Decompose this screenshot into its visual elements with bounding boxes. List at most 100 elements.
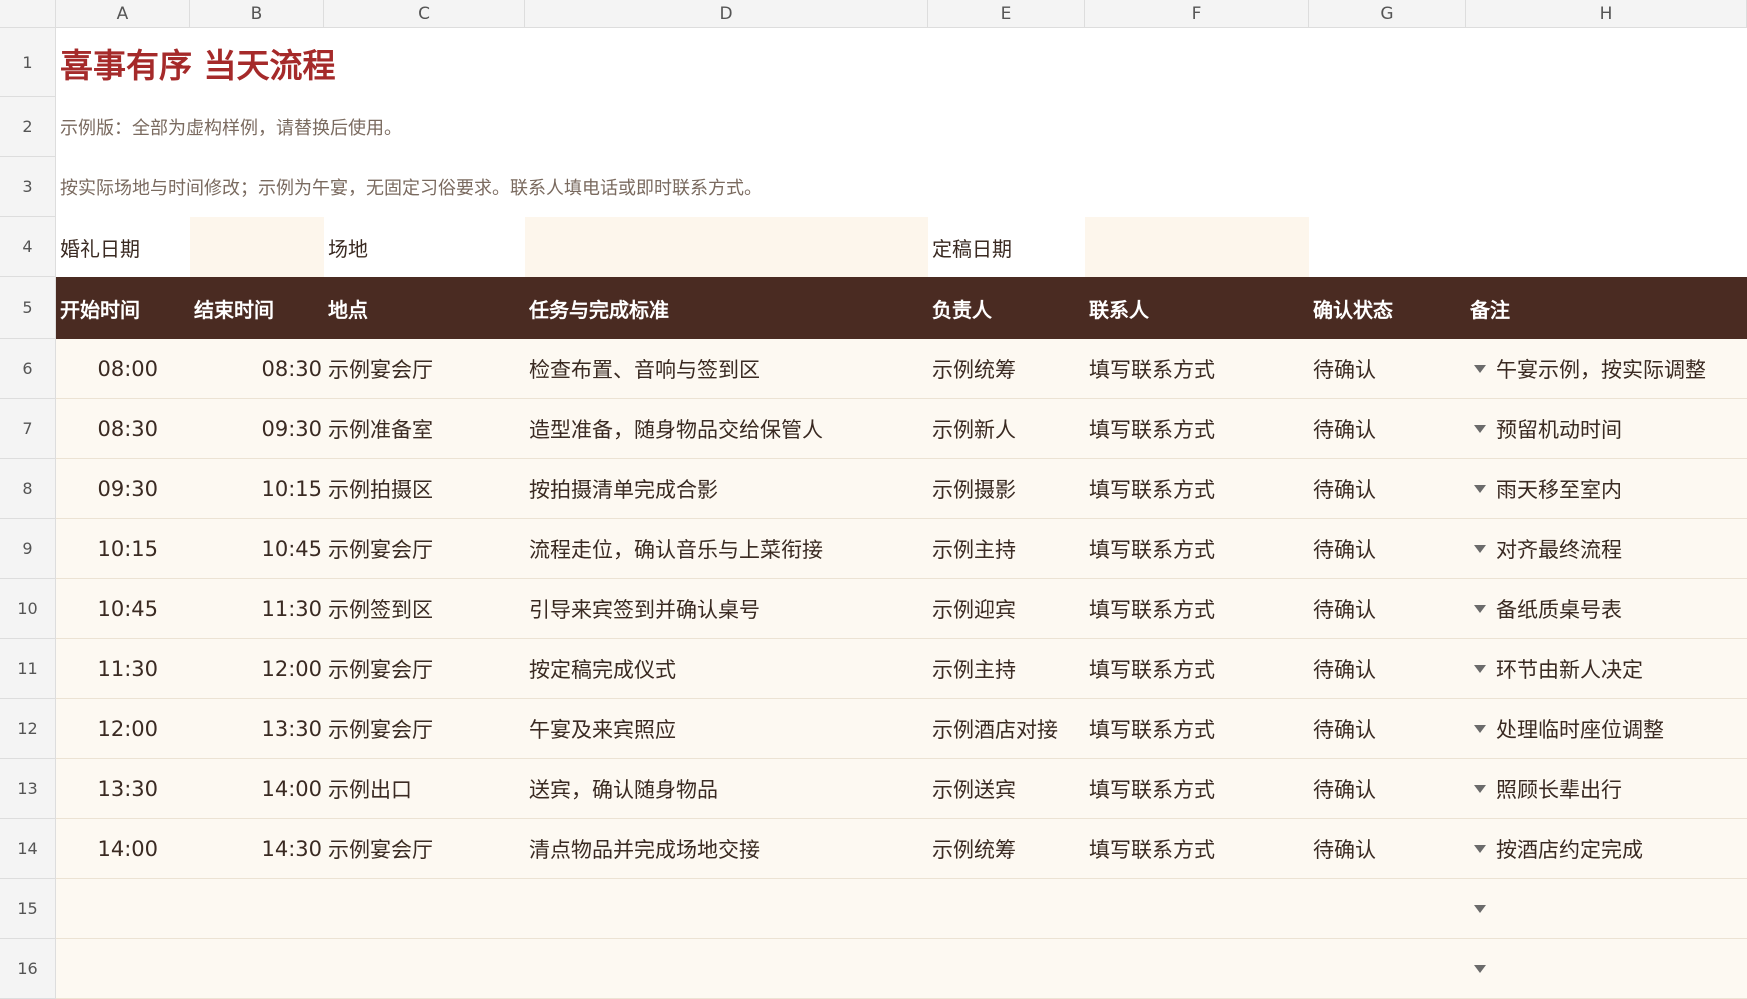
- contact-cell[interactable]: 填写联系方式: [1085, 819, 1309, 879]
- chevron-down-icon[interactable]: [1474, 724, 1486, 733]
- chevron-down-icon[interactable]: [1474, 904, 1486, 913]
- column-header-c[interactable]: C: [324, 0, 525, 28]
- task-cell[interactable]: 流程走位，确认音乐与上菜衔接: [525, 519, 928, 579]
- location-cell[interactable]: 示例宴会厅: [324, 819, 525, 879]
- location-cell[interactable]: 示例准备室: [324, 399, 525, 459]
- sample-note[interactable]: 示例版：全部为虚构样例，请替换后使用。: [56, 97, 1747, 157]
- location-cell[interactable]: 示例签到区: [324, 579, 525, 639]
- start-time-cell[interactable]: 08:30: [56, 399, 190, 459]
- header-status[interactable]: 确认状态: [1309, 277, 1466, 339]
- end-time-cell[interactable]: 11:30: [190, 579, 324, 639]
- wedding-date-input[interactable]: [190, 217, 324, 277]
- owner-cell[interactable]: 示例新人: [928, 399, 1085, 459]
- task-cell[interactable]: 检查布置、音响与签到区: [525, 339, 928, 399]
- start-time-cell[interactable]: 08:00: [56, 339, 190, 399]
- end-time-cell[interactable]: 12:00: [190, 639, 324, 699]
- status-cell[interactable]: 待确认: [1309, 339, 1466, 399]
- status-cell[interactable]: 待确认: [1309, 699, 1466, 759]
- start-time-cell[interactable]: 10:45: [56, 579, 190, 639]
- task-cell[interactable]: 按定稿完成仪式: [525, 639, 928, 699]
- contact-cell[interactable]: 填写联系方式: [1085, 399, 1309, 459]
- contact-cell[interactable]: 填写联系方式: [1085, 639, 1309, 699]
- chevron-down-icon[interactable]: [1474, 424, 1486, 433]
- status-cell[interactable]: 待确认: [1309, 819, 1466, 879]
- header-end-time[interactable]: 结束时间: [190, 277, 324, 339]
- row-header-9[interactable]: 9: [0, 519, 56, 579]
- contact-cell[interactable]: [1085, 939, 1309, 999]
- status-cell[interactable]: 待确认: [1309, 399, 1466, 459]
- venue-input[interactable]: [525, 217, 928, 277]
- row-header-8[interactable]: 8: [0, 459, 56, 519]
- row-header-14[interactable]: 14: [0, 819, 56, 879]
- owner-cell[interactable]: [928, 939, 1085, 999]
- row-header-6[interactable]: 6: [0, 339, 56, 399]
- contact-cell[interactable]: 填写联系方式: [1085, 579, 1309, 639]
- end-time-cell[interactable]: 08:30: [190, 339, 324, 399]
- location-cell[interactable]: 示例宴会厅: [324, 519, 525, 579]
- status-cell[interactable]: 待确认: [1309, 639, 1466, 699]
- owner-cell[interactable]: 示例统筹: [928, 339, 1085, 399]
- end-time-cell[interactable]: 14:00: [190, 759, 324, 819]
- owner-cell[interactable]: [928, 879, 1085, 939]
- end-time-cell[interactable]: [190, 939, 324, 999]
- end-time-cell[interactable]: 10:45: [190, 519, 324, 579]
- task-cell[interactable]: 造型准备，随身物品交给保管人: [525, 399, 928, 459]
- remarks-cell[interactable]: [1466, 879, 1747, 939]
- task-cell[interactable]: 午宴及来宾照应: [525, 699, 928, 759]
- status-cell[interactable]: [1309, 939, 1466, 999]
- row-header-3[interactable]: 3: [0, 157, 56, 217]
- location-cell[interactable]: 示例宴会厅: [324, 339, 525, 399]
- location-cell[interactable]: 示例拍摄区: [324, 459, 525, 519]
- remarks-cell[interactable]: 对齐最终流程: [1466, 519, 1747, 579]
- remarks-cell[interactable]: 照顾长辈出行: [1466, 759, 1747, 819]
- column-header-b[interactable]: B: [190, 0, 324, 28]
- location-cell[interactable]: [324, 879, 525, 939]
- header-contact[interactable]: 联系人: [1085, 277, 1309, 339]
- start-time-cell[interactable]: 11:30: [56, 639, 190, 699]
- remarks-cell[interactable]: 按酒店约定完成: [1466, 819, 1747, 879]
- remarks-cell[interactable]: 备纸质桌号表: [1466, 579, 1747, 639]
- task-cell[interactable]: [525, 939, 928, 999]
- contact-cell[interactable]: 填写联系方式: [1085, 519, 1309, 579]
- column-header-a[interactable]: A: [56, 0, 190, 28]
- location-cell[interactable]: [324, 939, 525, 999]
- remarks-cell[interactable]: 雨天移至室内: [1466, 459, 1747, 519]
- row-header-1[interactable]: 1: [0, 28, 56, 97]
- instructions-note[interactable]: 按实际场地与时间修改；示例为午宴，无固定习俗要求。联系人填电话或即时联系方式。: [56, 157, 1747, 217]
- owner-cell[interactable]: 示例酒店对接: [928, 699, 1085, 759]
- row-header-5[interactable]: 5: [0, 277, 56, 339]
- header-start-time[interactable]: 开始时间: [56, 277, 190, 339]
- start-time-cell[interactable]: 10:15: [56, 519, 190, 579]
- remarks-cell[interactable]: [1466, 939, 1747, 999]
- header-task[interactable]: 任务与完成标准: [525, 277, 928, 339]
- contact-cell[interactable]: [1085, 879, 1309, 939]
- end-time-cell[interactable]: 14:30: [190, 819, 324, 879]
- location-cell[interactable]: 示例宴会厅: [324, 699, 525, 759]
- chevron-down-icon[interactable]: [1474, 604, 1486, 613]
- end-time-cell[interactable]: 13:30: [190, 699, 324, 759]
- status-cell[interactable]: 待确认: [1309, 579, 1466, 639]
- start-time-cell[interactable]: 12:00: [56, 699, 190, 759]
- contact-cell[interactable]: 填写联系方式: [1085, 759, 1309, 819]
- end-time-cell[interactable]: 10:15: [190, 459, 324, 519]
- empty-cell[interactable]: [1466, 217, 1747, 277]
- header-location[interactable]: 地点: [324, 277, 525, 339]
- column-header-e[interactable]: E: [928, 0, 1085, 28]
- owner-cell[interactable]: 示例主持: [928, 639, 1085, 699]
- end-time-cell[interactable]: [190, 879, 324, 939]
- row-header-12[interactable]: 12: [0, 699, 56, 759]
- remarks-cell[interactable]: 预留机动时间: [1466, 399, 1747, 459]
- select-all-corner[interactable]: [0, 0, 56, 28]
- header-owner[interactable]: 负责人: [928, 277, 1085, 339]
- task-cell[interactable]: 引导来宾签到并确认桌号: [525, 579, 928, 639]
- chevron-down-icon[interactable]: [1474, 964, 1486, 973]
- owner-cell[interactable]: 示例送宾: [928, 759, 1085, 819]
- sheet-title[interactable]: 喜事有序 当天流程: [56, 28, 1747, 97]
- row-header-7[interactable]: 7: [0, 399, 56, 459]
- column-header-h[interactable]: H: [1466, 0, 1747, 28]
- task-cell[interactable]: 清点物品并完成场地交接: [525, 819, 928, 879]
- status-cell[interactable]: [1309, 879, 1466, 939]
- start-time-cell[interactable]: 13:30: [56, 759, 190, 819]
- remarks-cell[interactable]: 处理临时座位调整: [1466, 699, 1747, 759]
- status-cell[interactable]: 待确认: [1309, 519, 1466, 579]
